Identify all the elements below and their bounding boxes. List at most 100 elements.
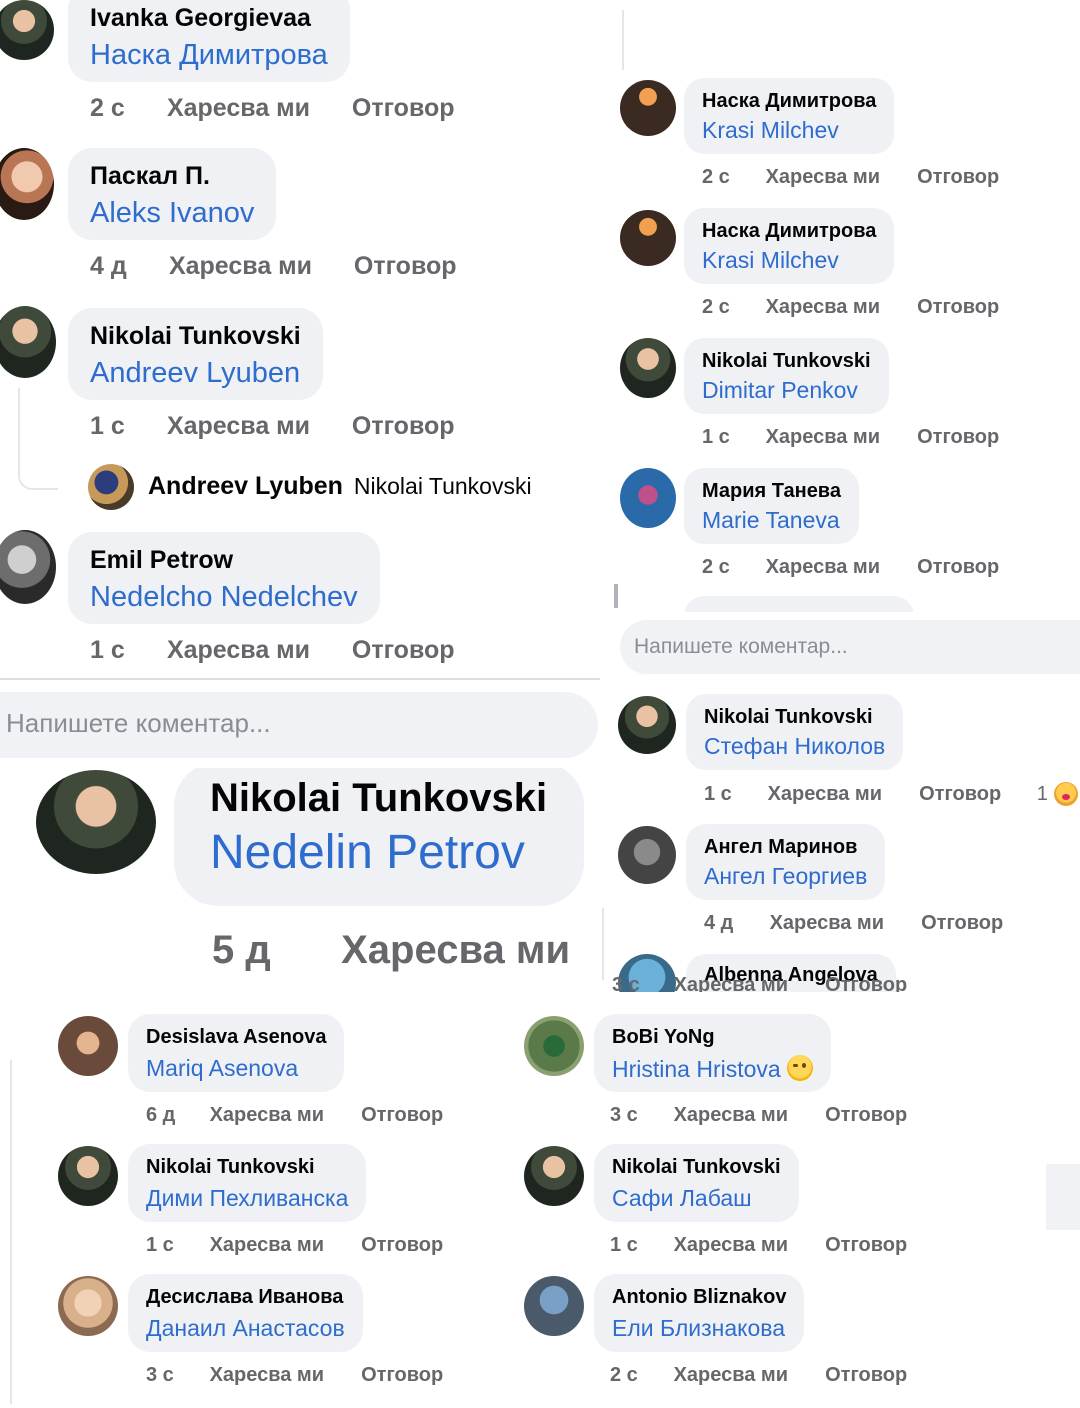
mentioned-user[interactable]: Наска Димитрова — [90, 39, 328, 72]
comment-time[interactable]: 5 д — [212, 928, 330, 973]
mentioned-user[interactable]: Сафи Лабаш — [612, 1185, 781, 1212]
comment-author[interactable]: Ангел Маринов — [704, 836, 867, 859]
mentioned-user[interactable]: Dimitar Penkov — [702, 377, 871, 404]
mentioned-user[interactable]: Aleks Ivanov — [90, 197, 254, 230]
reply-button[interactable]: Отговор — [352, 636, 455, 665]
like-button[interactable]: Харесва ми — [766, 426, 912, 449]
avatar[interactable] — [620, 210, 676, 266]
comment-time[interactable]: 3 с — [610, 1104, 668, 1127]
comment-time[interactable]: 1 с — [146, 1234, 204, 1257]
comment-time[interactable]: 1 с — [704, 783, 762, 806]
comment-author[interactable]: Ivanka Georgievaa — [90, 4, 328, 33]
avatar[interactable] — [0, 148, 54, 220]
comment-time[interactable]: 1 с — [90, 412, 160, 441]
like-button[interactable]: Харесва ми — [210, 1234, 356, 1257]
reply-author[interactable]: Andreev Lyuben — [148, 472, 343, 500]
reaction-emoji-icon[interactable] — [1053, 782, 1078, 806]
reply-button[interactable]: Отговор — [361, 1234, 443, 1257]
avatar[interactable] — [618, 696, 676, 754]
comment-author[interactable]: Nikolai Tunkovski — [210, 776, 548, 821]
like-button[interactable]: Харесва ми — [167, 636, 345, 665]
avatar[interactable] — [0, 0, 54, 60]
reply-mention[interactable]: Nikolai Tunkovski — [354, 473, 532, 499]
like-button[interactable]: Харесва ми — [674, 1234, 820, 1257]
like-button[interactable]: Харесва ми — [341, 928, 570, 973]
mentioned-user[interactable]: Nedelin Petrov — [210, 825, 548, 880]
like-button[interactable]: Харесва ми — [167, 412, 345, 441]
comment-time[interactable]: 2 с — [702, 296, 760, 319]
reply-button[interactable]: Отговор — [825, 1104, 907, 1127]
avatar[interactable] — [620, 338, 676, 398]
reply-button[interactable]: Отговор — [917, 556, 999, 579]
comment-author[interactable]: Nikolai Tunkovski — [90, 322, 301, 351]
comment-author[interactable]: Emil Petrow — [90, 546, 358, 575]
reply-button[interactable]: Отговор — [825, 1234, 907, 1257]
comment-author[interactable]: Nikolai Tunkovski — [704, 706, 885, 729]
avatar[interactable] — [58, 1276, 118, 1336]
avatar[interactable] — [618, 826, 676, 884]
avatar[interactable] — [524, 1276, 584, 1336]
comment-author[interactable]: Desislava Asenova — [146, 1026, 326, 1049]
like-button[interactable]: Харесва ми — [169, 252, 347, 281]
comment-author[interactable]: Мария Танева — [702, 480, 841, 503]
like-button[interactable]: Харесва ми — [768, 783, 914, 806]
comment-input[interactable]: Напишете коментар... — [620, 620, 1080, 674]
like-button[interactable]: Харесва ми — [766, 556, 912, 579]
avatar[interactable] — [58, 1146, 118, 1206]
like-button[interactable]: Харесва ми — [766, 296, 912, 319]
reply-button[interactable]: Отговор — [919, 783, 1031, 806]
reply-button[interactable]: Отговор — [917, 166, 999, 189]
mentioned-user[interactable]: Krasi Milchev — [702, 247, 876, 274]
comment-author[interactable]: Antonio Bliznakov — [612, 1286, 786, 1309]
reply-button[interactable]: Отговор — [917, 426, 999, 449]
reaction-count[interactable]: 1 — [1037, 783, 1048, 806]
comment-time[interactable]: 1 с — [90, 636, 160, 665]
comment-time[interactable]: 4 д — [704, 912, 764, 935]
like-button[interactable]: Харесва ми — [766, 166, 912, 189]
avatar[interactable] — [88, 464, 134, 510]
mentioned-user[interactable]: Ангел Георгиев — [704, 863, 867, 890]
mentioned-user[interactable]: Krasi Milchev — [702, 117, 876, 144]
avatar[interactable] — [58, 1016, 118, 1076]
comment-author[interactable]: Наска Димитрова — [702, 220, 876, 243]
like-button[interactable]: Харесва ми — [167, 94, 345, 123]
reply-button[interactable]: Отговор — [354, 252, 457, 281]
mentioned-user[interactable]: Mariq Asenova — [146, 1055, 326, 1082]
like-button[interactable]: Харесва ми — [770, 912, 916, 935]
comment-time[interactable]: 3 с — [612, 974, 668, 992]
avatar[interactable] — [0, 530, 56, 604]
like-button[interactable]: Харесва ми — [210, 1104, 356, 1127]
avatar[interactable] — [620, 80, 676, 136]
comment-author[interactable]: Десислава Иванова — [146, 1286, 345, 1309]
reply-button[interactable]: Отговор — [352, 94, 455, 123]
avatar[interactable] — [524, 1016, 584, 1076]
like-button[interactable]: Харесва ми — [674, 974, 820, 992]
reply-button[interactable]: Отговор — [917, 296, 999, 319]
comment-time[interactable]: 2 с — [702, 166, 760, 189]
avatar[interactable] — [0, 306, 56, 378]
reply-button[interactable]: Отговор — [825, 1364, 907, 1387]
avatar[interactable] — [620, 468, 676, 528]
comment-time[interactable]: 2 с — [610, 1364, 668, 1387]
mentioned-user[interactable]: Стефан Николов — [704, 733, 885, 760]
avatar[interactable] — [524, 1146, 584, 1206]
like-button[interactable]: Харесва ми — [674, 1104, 820, 1127]
mentioned-user[interactable]: Marie Taneva — [702, 507, 841, 534]
like-button[interactable]: Харесва ми — [674, 1364, 820, 1387]
comment-author[interactable]: BoBi YoNg — [612, 1026, 813, 1049]
mentioned-user[interactable]: Дими Пехливанска — [146, 1185, 348, 1212]
comment-author[interactable]: Nikolai Tunkovski — [146, 1156, 348, 1179]
comment-time[interactable]: 3 с — [146, 1364, 204, 1387]
avatar[interactable] — [36, 770, 156, 874]
mentioned-user[interactable]: Nedelcho Nedelchev — [90, 581, 358, 614]
comment-time[interactable]: 6 д — [146, 1104, 204, 1127]
mentioned-user[interactable]: Hristina Hristova — [612, 1055, 813, 1083]
reply-button[interactable]: Отговор — [921, 912, 1003, 935]
mentioned-user[interactable]: Данаил Анастасов — [146, 1315, 345, 1342]
reply-button[interactable]: Отговор — [361, 1104, 443, 1127]
reply-button[interactable]: Отговор — [361, 1364, 443, 1387]
comment-author[interactable]: Наска Димитрова — [702, 90, 876, 113]
like-button[interactable]: Харесва ми — [210, 1364, 356, 1387]
comment-time[interactable]: 4 д — [90, 252, 162, 281]
comment-time[interactable]: 2 с — [90, 94, 160, 123]
